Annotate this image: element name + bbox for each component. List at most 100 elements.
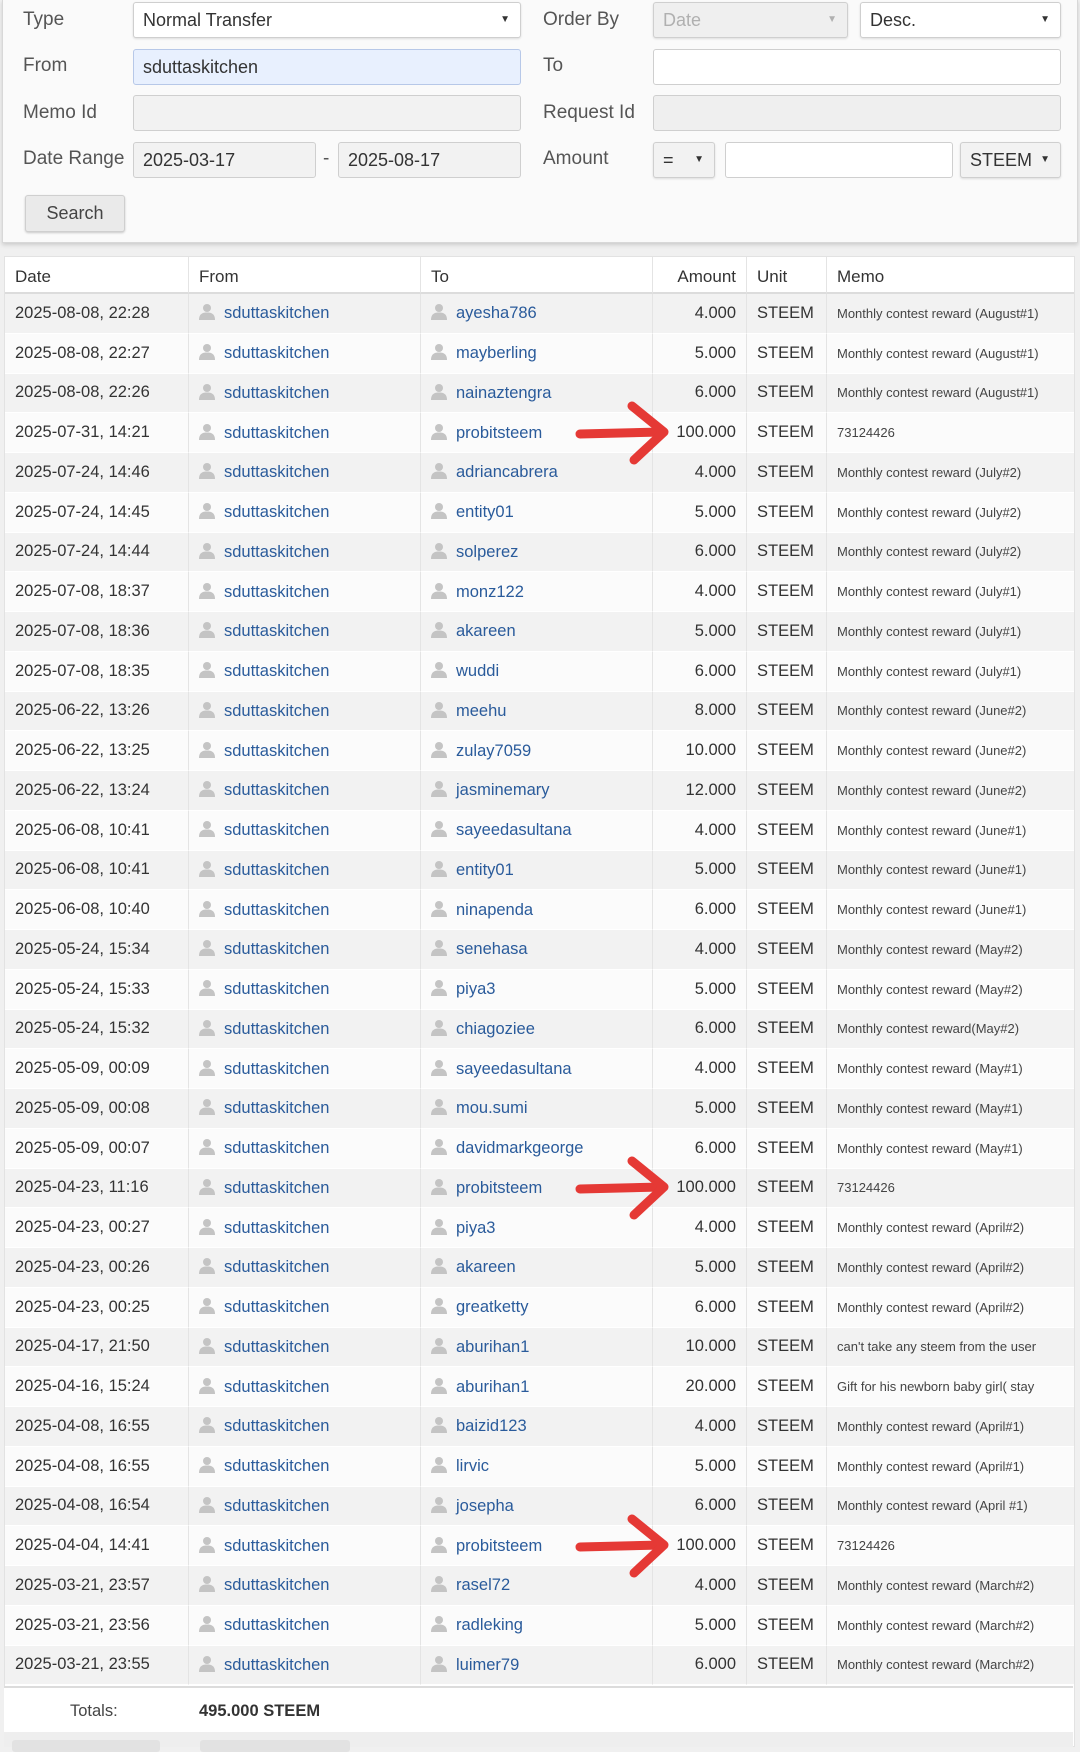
from-account-link[interactable]: sduttaskitchen xyxy=(224,1298,329,1316)
from-account-link[interactable]: sduttaskitchen xyxy=(224,1099,329,1117)
from-account-link[interactable]: sduttaskitchen xyxy=(224,662,329,680)
from-account-link[interactable]: sduttaskitchen xyxy=(224,1616,329,1634)
cell-from: sduttaskitchen xyxy=(189,1248,421,1288)
from-account-link[interactable]: sduttaskitchen xyxy=(224,1020,329,1038)
to-account-link[interactable]: mayberling xyxy=(456,344,537,362)
to-account-link[interactable]: piya3 xyxy=(456,980,495,998)
from-account-link[interactable]: sduttaskitchen xyxy=(224,781,329,799)
from-account-link[interactable]: sduttaskitchen xyxy=(224,384,329,402)
to-account-link[interactable]: entity01 xyxy=(456,861,514,879)
date-to-input[interactable]: 2025-08-17 xyxy=(338,142,521,178)
from-account-link[interactable]: sduttaskitchen xyxy=(224,304,329,322)
from-account-link[interactable]: sduttaskitchen xyxy=(224,1258,329,1276)
to-account-link[interactable]: adriancabrera xyxy=(456,463,558,481)
to-account-link[interactable]: probitsteem xyxy=(456,1179,542,1197)
from-account-link[interactable]: sduttaskitchen xyxy=(224,821,329,839)
from-account-link[interactable]: sduttaskitchen xyxy=(224,424,329,442)
to-account-link[interactable]: wuddi xyxy=(456,662,499,680)
from-account-link[interactable]: sduttaskitchen xyxy=(224,1417,329,1435)
date-from-input[interactable]: 2025-03-17 xyxy=(133,142,316,178)
from-input[interactable]: sduttaskitchen xyxy=(133,49,521,85)
user-icon xyxy=(431,1178,447,1195)
pagination-control[interactable] xyxy=(12,1740,160,1752)
cell-amount: 5.000 xyxy=(653,1089,747,1129)
to-account-link[interactable]: solperez xyxy=(456,543,518,561)
search-button[interactable]: Search xyxy=(25,195,125,232)
cell-memo: Monthly contest reward (June#2) xyxy=(827,731,1074,771)
to-account-link[interactable]: josepha xyxy=(456,1497,514,1515)
pagination-control[interactable] xyxy=(200,1740,350,1752)
to-account-link[interactable]: lirvic xyxy=(456,1457,489,1475)
to-account-link[interactable]: chiagoziee xyxy=(456,1020,535,1038)
to-account-link[interactable]: aburihan1 xyxy=(456,1338,529,1356)
table-row: 2025-03-21, 23:57 sduttaskitchen rasel72 4.… xyxy=(5,1566,1074,1606)
user-icon xyxy=(199,621,215,639)
type-select[interactable]: Normal Transfer ▼ xyxy=(133,2,521,38)
column-header-amount[interactable]: Amount xyxy=(653,257,747,294)
from-account-link[interactable]: sduttaskitchen xyxy=(224,1179,329,1197)
to-account-link[interactable]: zulay7059 xyxy=(456,742,531,760)
to-account-link[interactable]: akareen xyxy=(456,622,516,640)
cell-unit: STEEM xyxy=(747,1605,827,1646)
from-account-link[interactable]: sduttaskitchen xyxy=(224,702,329,720)
amount-input[interactable] xyxy=(725,142,953,178)
to-account-link[interactable]: ayesha786 xyxy=(456,304,537,322)
column-header-memo[interactable]: Memo xyxy=(827,257,1074,294)
memo-id-input[interactable] xyxy=(133,95,521,131)
to-account-link[interactable]: senehasa xyxy=(456,940,528,958)
to-account-link[interactable]: luimer79 xyxy=(456,1656,519,1674)
to-account-link[interactable]: greatketty xyxy=(456,1298,528,1316)
to-account-link[interactable]: jasminemary xyxy=(456,781,550,799)
to-account-link[interactable]: aburihan1 xyxy=(456,1378,529,1396)
to-account-link[interactable]: meehu xyxy=(456,702,506,720)
amount-operator-select[interactable]: = ▼ xyxy=(653,142,715,178)
column-header-from[interactable]: From xyxy=(189,257,421,294)
to-account-link[interactable]: davidmarkgeorge xyxy=(456,1139,584,1157)
from-account-link[interactable]: sduttaskitchen xyxy=(224,622,329,640)
from-account-link[interactable]: sduttaskitchen xyxy=(224,1656,329,1674)
to-account-link[interactable]: sayeedasultana xyxy=(456,821,572,839)
from-account-link[interactable]: sduttaskitchen xyxy=(224,1139,329,1157)
to-account-link[interactable]: radleking xyxy=(456,1616,523,1634)
column-header-to[interactable]: To xyxy=(421,257,653,294)
to-account-link[interactable]: monz122 xyxy=(456,583,524,601)
from-account-link[interactable]: sduttaskitchen xyxy=(224,1537,329,1555)
to-account-link[interactable]: sayeedasultana xyxy=(456,1060,572,1078)
from-account-link[interactable]: sduttaskitchen xyxy=(224,1457,329,1475)
from-account-link[interactable]: sduttaskitchen xyxy=(224,861,329,879)
to-account-link[interactable]: entity01 xyxy=(456,503,514,521)
from-account-link[interactable]: sduttaskitchen xyxy=(224,583,329,601)
from-account-link[interactable]: sduttaskitchen xyxy=(224,1378,329,1396)
to-account-link[interactable]: akareen xyxy=(456,1258,516,1276)
from-account-link[interactable]: sduttaskitchen xyxy=(224,940,329,958)
request-id-input[interactable] xyxy=(653,95,1061,131)
to-account-link[interactable]: probitsteem xyxy=(456,1537,542,1555)
amount-unit-select[interactable]: STEEM ▼ xyxy=(960,142,1061,178)
order-by-select[interactable]: Date ▼ xyxy=(653,2,848,38)
from-account-link[interactable]: sduttaskitchen xyxy=(224,901,329,919)
to-account-link[interactable]: probitsteem xyxy=(456,424,542,442)
from-account-link[interactable]: sduttaskitchen xyxy=(224,1576,329,1594)
from-account-link[interactable]: sduttaskitchen xyxy=(224,1060,329,1078)
to-account-link[interactable]: piya3 xyxy=(456,1219,495,1237)
from-account-link[interactable]: sduttaskitchen xyxy=(224,344,329,362)
from-account-link[interactable]: sduttaskitchen xyxy=(224,980,329,998)
to-account-link[interactable]: baizid123 xyxy=(456,1417,527,1435)
to-account-link[interactable]: rasel72 xyxy=(456,1576,510,1594)
from-account-link[interactable]: sduttaskitchen xyxy=(224,503,329,521)
from-account-link[interactable]: sduttaskitchen xyxy=(224,543,329,561)
from-account-link[interactable]: sduttaskitchen xyxy=(224,1497,329,1515)
user-icon xyxy=(199,1257,215,1275)
from-account-link[interactable]: sduttaskitchen xyxy=(224,1338,329,1356)
order-direction-select[interactable]: Desc. ▼ xyxy=(860,2,1061,38)
from-account-link[interactable]: sduttaskitchen xyxy=(224,742,329,760)
column-header-unit[interactable]: Unit xyxy=(747,257,827,294)
to-account-link[interactable]: mou.sumi xyxy=(456,1099,528,1117)
cell-from: sduttaskitchen xyxy=(189,1645,421,1686)
to-account-link[interactable]: nainaztengra xyxy=(456,384,551,402)
from-account-link[interactable]: sduttaskitchen xyxy=(224,1219,329,1237)
from-account-link[interactable]: sduttaskitchen xyxy=(224,463,329,481)
to-input[interactable] xyxy=(653,49,1061,85)
column-header-date[interactable]: Date xyxy=(5,257,189,294)
to-account-link[interactable]: ninapenda xyxy=(456,901,533,919)
